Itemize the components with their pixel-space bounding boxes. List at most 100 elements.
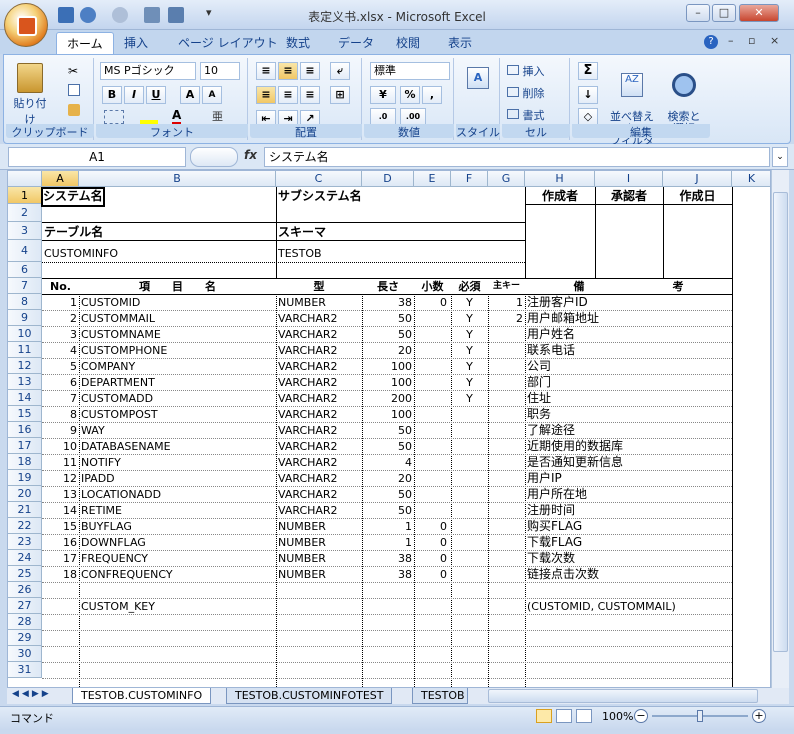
- row-header[interactable]: 12: [8, 358, 42, 374]
- row-type[interactable]: VARCHAR2: [278, 471, 338, 487]
- row-primary-key[interactable]: 1: [488, 295, 523, 311]
- row-item-name[interactable]: CUSTOMID: [81, 295, 140, 311]
- row-no[interactable]: 1: [42, 295, 77, 311]
- schema-value[interactable]: TESTOB: [278, 246, 322, 262]
- delete-cells-button[interactable]: 削除: [506, 84, 546, 102]
- row-note[interactable]: 注册时间: [527, 503, 575, 519]
- row-required[interactable]: Y: [451, 391, 488, 407]
- row-required[interactable]: Y: [451, 375, 488, 391]
- vertical-scrollbar[interactable]: [771, 170, 789, 688]
- row-header[interactable]: 11: [8, 342, 42, 358]
- row-primary-key[interactable]: [488, 503, 523, 519]
- tab-insert[interactable]: 挿入: [114, 32, 158, 54]
- row-required[interactable]: [451, 535, 488, 551]
- insert-cells-button[interactable]: 挿入: [506, 62, 546, 80]
- autosum-button[interactable]: Σ: [578, 62, 598, 80]
- sheet-tab[interactable]: TESTOB: [412, 688, 468, 704]
- row-no[interactable]: 16: [42, 535, 77, 551]
- row-primary-key[interactable]: [488, 567, 523, 583]
- row-length[interactable]: 1: [362, 519, 412, 535]
- row-primary-key[interactable]: [488, 407, 523, 423]
- row-type[interactable]: VARCHAR2: [278, 343, 338, 359]
- row-length[interactable]: 50: [362, 439, 412, 455]
- column-header[interactable]: B: [79, 171, 276, 187]
- row-length[interactable]: 50: [362, 311, 412, 327]
- row-primary-key[interactable]: [488, 519, 523, 535]
- maximize-button[interactable]: □: [712, 4, 736, 22]
- row-decimal[interactable]: [414, 423, 447, 439]
- row-note[interactable]: 是否通知更新信息: [527, 455, 623, 471]
- column-header[interactable]: I: [595, 171, 663, 187]
- formula-bar-toggle[interactable]: [190, 147, 238, 167]
- minimize-button[interactable]: –: [686, 4, 710, 22]
- page-break-view-icon[interactable]: [576, 709, 592, 723]
- row-required[interactable]: [451, 423, 488, 439]
- select-all-corner[interactable]: [8, 171, 42, 187]
- row-required[interactable]: [451, 471, 488, 487]
- align-left-icon[interactable]: ≡: [256, 86, 276, 104]
- row-length[interactable]: 100: [362, 359, 412, 375]
- row-decimal[interactable]: [414, 487, 447, 503]
- row-required[interactable]: [451, 503, 488, 519]
- format-cells-button[interactable]: 書式: [506, 106, 546, 124]
- row-header[interactable]: 28: [8, 614, 42, 630]
- row-required[interactable]: [451, 407, 488, 423]
- row-no[interactable]: 12: [42, 471, 77, 487]
- comma-button[interactable]: ,: [422, 86, 442, 104]
- row-note[interactable]: 公司: [527, 359, 551, 375]
- row-note[interactable]: 注册客户ID: [527, 295, 588, 311]
- row-primary-key[interactable]: [488, 359, 523, 375]
- row-required[interactable]: [451, 567, 488, 583]
- row-length[interactable]: 100: [362, 407, 412, 423]
- column-header[interactable]: H: [525, 171, 595, 187]
- row-header[interactable]: 22: [8, 518, 42, 534]
- row-length[interactable]: 200: [362, 391, 412, 407]
- row-item-name[interactable]: CUSTOMMAIL: [81, 311, 155, 327]
- tab-formulas[interactable]: 数式: [276, 32, 320, 54]
- copy-icon[interactable]: [68, 84, 80, 96]
- row-type[interactable]: VARCHAR2: [278, 503, 338, 519]
- align-center-icon[interactable]: ≡: [278, 86, 298, 104]
- column-header[interactable]: J: [663, 171, 732, 187]
- row-decimal[interactable]: [414, 343, 447, 359]
- row-required[interactable]: Y: [451, 327, 488, 343]
- italic-button[interactable]: I: [124, 86, 144, 104]
- row-no[interactable]: 7: [42, 391, 77, 407]
- font-size-combo[interactable]: 10: [200, 62, 240, 80]
- row-primary-key[interactable]: [488, 343, 523, 359]
- row-note[interactable]: 住址: [527, 391, 551, 407]
- row-header[interactable]: 10: [8, 326, 42, 342]
- wrap-text-icon[interactable]: ⤶: [330, 62, 350, 80]
- row-item-name[interactable]: CUSTOMNAME: [81, 327, 161, 343]
- row-header[interactable]: 14: [8, 390, 42, 406]
- row-item-name[interactable]: NOTIFY: [81, 455, 121, 471]
- row-item-name[interactable]: DATABASENAME: [81, 439, 171, 455]
- row-note[interactable]: 职务: [527, 407, 551, 423]
- row-type[interactable]: VARCHAR2: [278, 407, 338, 423]
- normal-view-icon[interactable]: [536, 709, 552, 723]
- row-length[interactable]: 4: [362, 455, 412, 471]
- row-length[interactable]: 50: [362, 327, 412, 343]
- row-type[interactable]: VARCHAR2: [278, 311, 338, 327]
- expand-formula-icon[interactable]: ⌄: [772, 147, 788, 167]
- row-header[interactable]: 20: [8, 486, 42, 502]
- fill-color-icon[interactable]: [140, 110, 158, 124]
- column-header[interactable]: E: [414, 171, 451, 187]
- row-length[interactable]: 38: [362, 567, 412, 583]
- row-no[interactable]: 4: [42, 343, 77, 359]
- row-type[interactable]: VARCHAR2: [278, 375, 338, 391]
- row-primary-key[interactable]: [488, 375, 523, 391]
- paste-button[interactable]: 貼り付け: [10, 60, 50, 126]
- ribbon-restore-icon[interactable]: ▫: [748, 34, 755, 47]
- row-length[interactable]: 38: [362, 551, 412, 567]
- row-no[interactable]: 17: [42, 551, 77, 567]
- row-decimal[interactable]: [414, 471, 447, 487]
- borders-icon[interactable]: [104, 110, 124, 124]
- align-middle-icon[interactable]: ≡: [278, 62, 298, 80]
- row-type[interactable]: NUMBER: [278, 519, 326, 535]
- row-required[interactable]: Y: [451, 343, 488, 359]
- align-bottom-icon[interactable]: ≡: [300, 62, 320, 80]
- tab-view[interactable]: 表示: [438, 32, 482, 54]
- row-header[interactable]: 21: [8, 502, 42, 518]
- row-primary-key[interactable]: [488, 423, 523, 439]
